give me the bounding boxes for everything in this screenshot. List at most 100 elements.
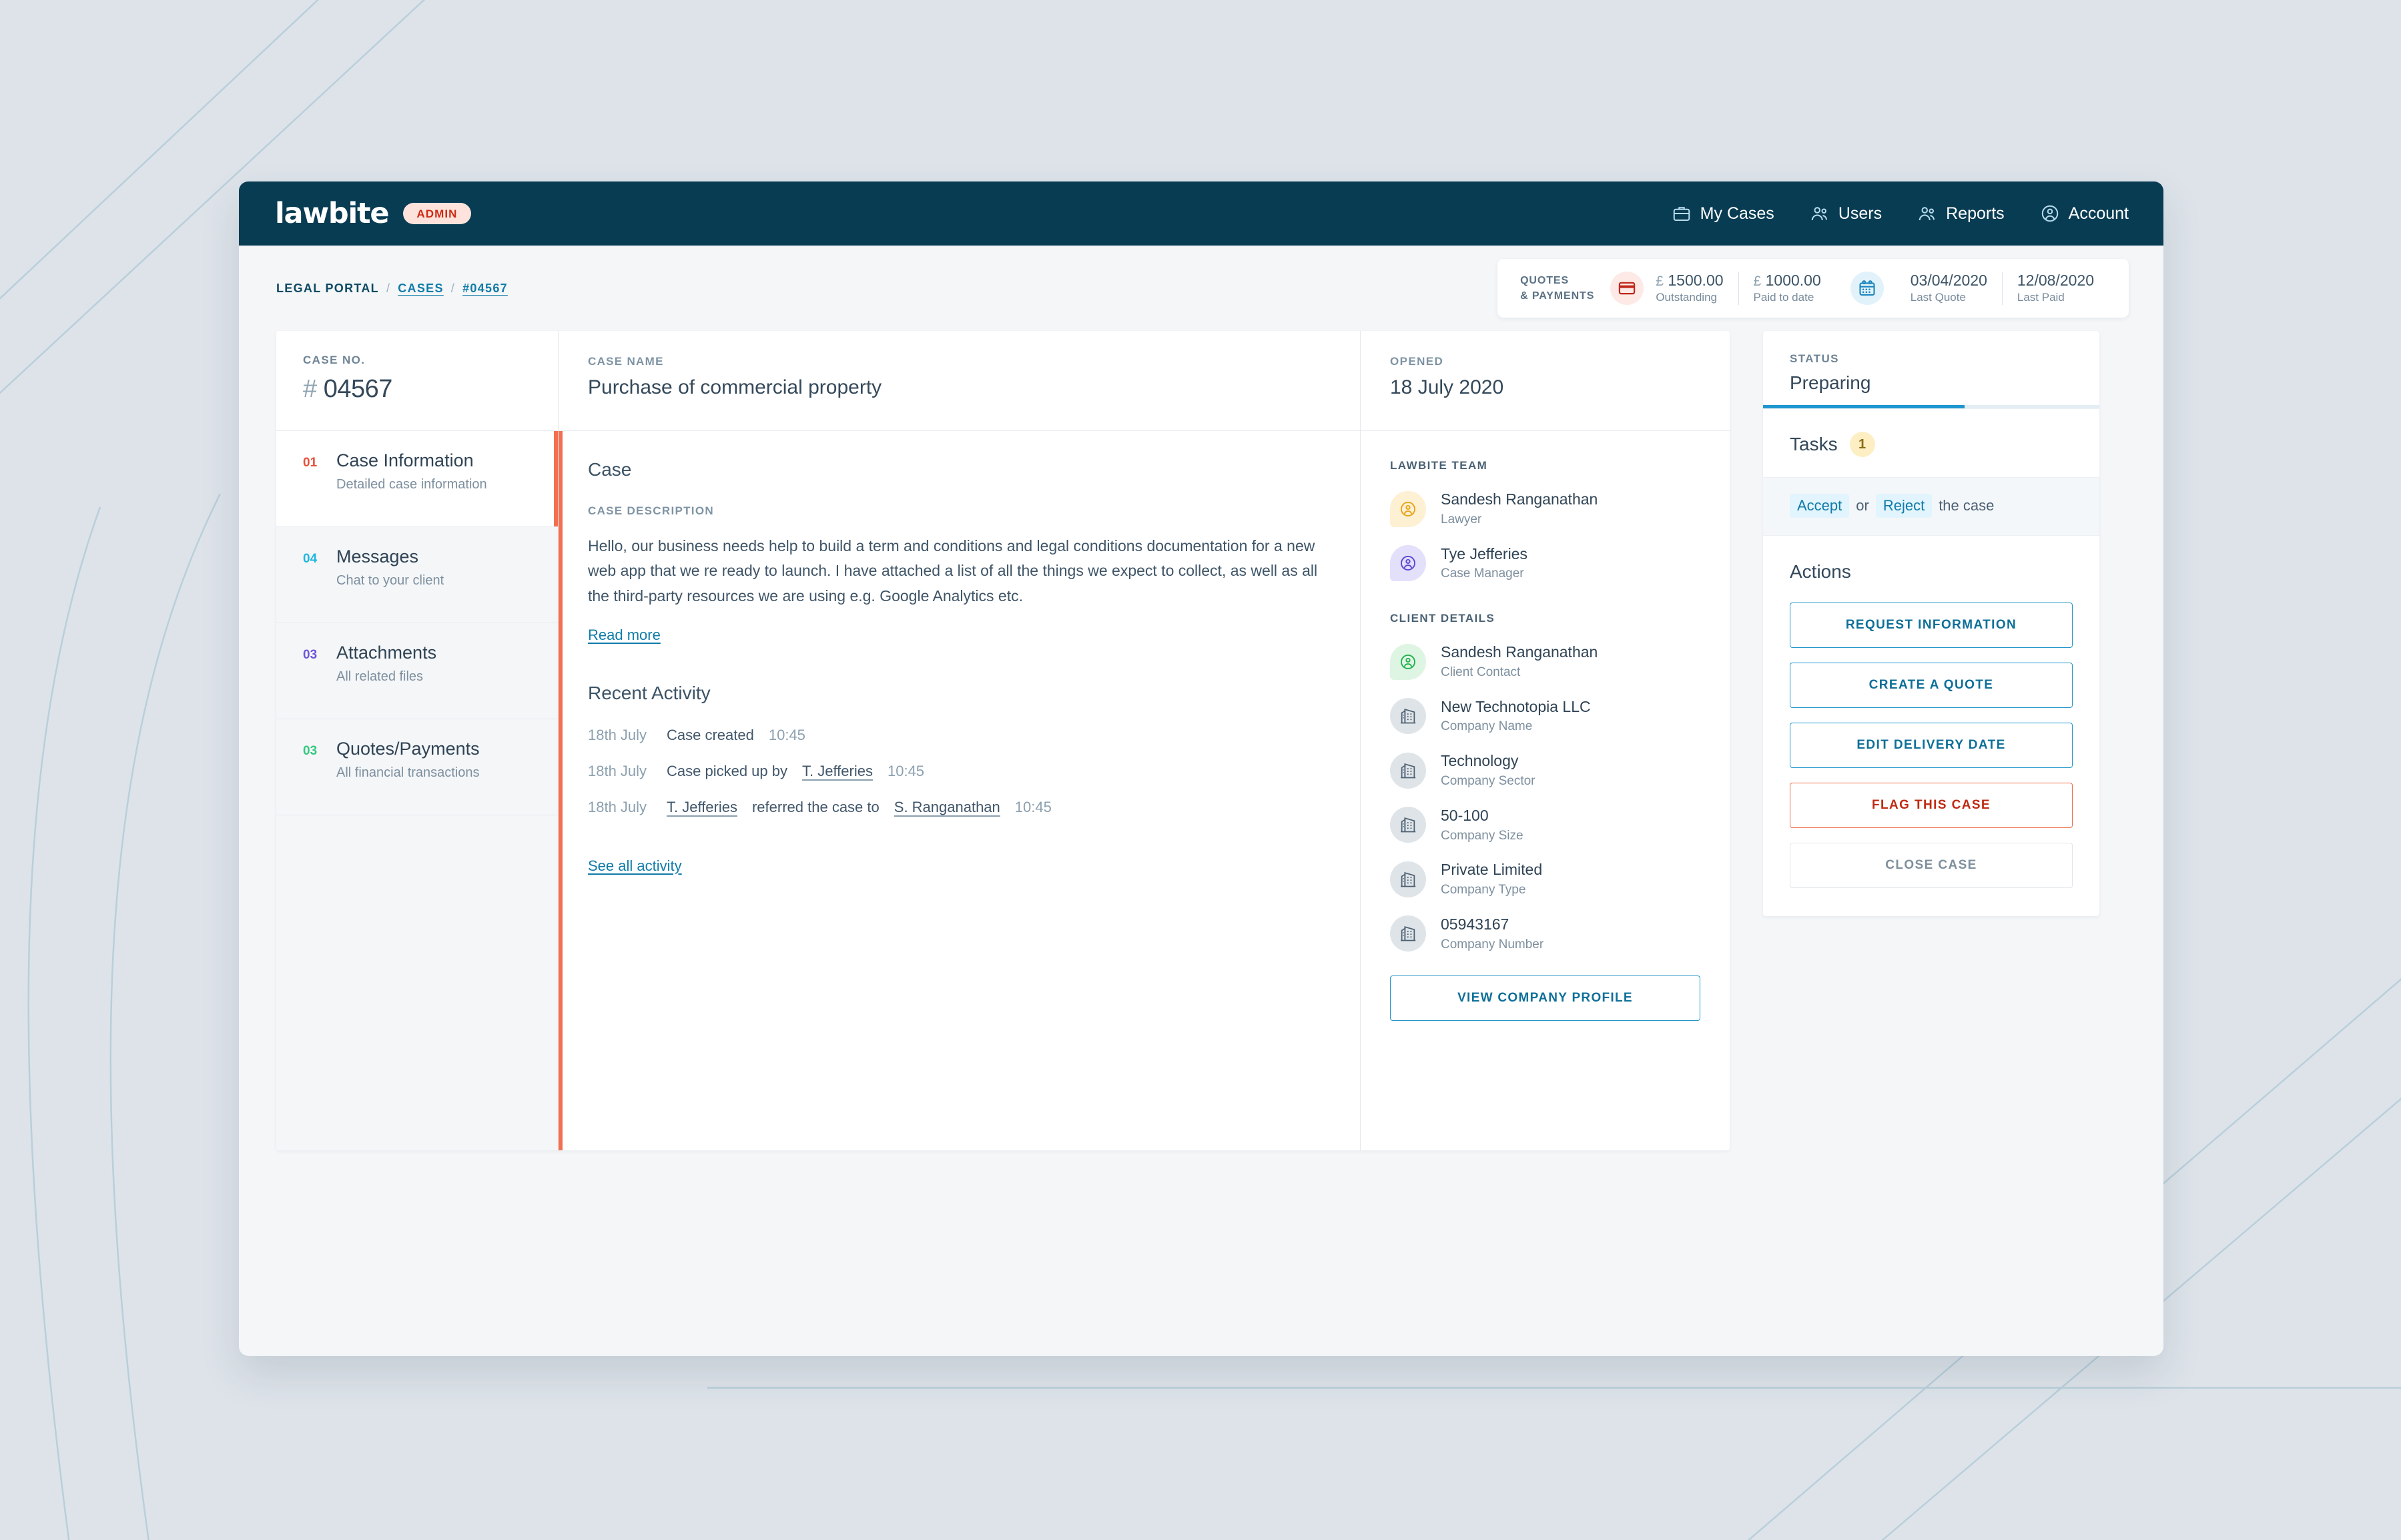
- hash-symbol: #: [303, 375, 317, 403]
- activity-user-link[interactable]: T. Jefferies: [667, 799, 737, 816]
- activity-user-link[interactable]: S. Ranganathan: [894, 799, 1000, 816]
- activity-time: 10:45: [887, 762, 925, 779]
- client-contact-row[interactable]: Sandesh Ranganathan Client Contact: [1390, 643, 1700, 681]
- company-value: 05943167: [1441, 915, 1509, 933]
- last-quote-value: 03/04/2020: [1910, 272, 1987, 290]
- recent-activity-title: Recent Activity: [588, 682, 711, 703]
- breadcrumb-cases-link[interactable]: CASES: [398, 282, 444, 296]
- top-navbar: lawbite ADMIN My Cases Users Reports Acc…: [239, 181, 2163, 246]
- last-paid-metric: 12/08/2020 Last Paid: [2003, 271, 2109, 306]
- breadcrumb: LEGAL PORTAL / CASES / #04567: [276, 282, 508, 296]
- team-member-row[interactable]: Tye Jefferies Case Manager: [1390, 544, 1700, 583]
- client-body: LAWBITE TEAM Sandesh Ranganathan Lawyer: [1361, 431, 1730, 1022]
- activity-user-link[interactable]: T. Jefferies: [802, 763, 873, 780]
- breadcrumb-separator: /: [386, 281, 391, 295]
- sidebar-item-attachments[interactable]: 03 Attachments All related files: [276, 623, 558, 719]
- company-field-label: Company Number: [1441, 937, 1544, 951]
- company-detail-row: 50-100 Company Size: [1390, 806, 1700, 845]
- people-icon: [1917, 204, 1937, 224]
- building-icon: [1390, 698, 1426, 735]
- company-detail-row: Private Limited Company Type: [1390, 860, 1700, 899]
- client-details-label: CLIENT DETAILS: [1390, 612, 1495, 625]
- item-title: Quotes/Payments: [336, 739, 480, 759]
- person-role: Case Manager: [1441, 566, 1524, 581]
- edit-delivery-date-button[interactable]: EDIT DELIVERY DATE: [1790, 723, 2073, 768]
- or-text: or: [1856, 497, 1869, 514]
- reject-case-link[interactable]: Reject: [1875, 494, 1933, 518]
- item-number: 03: [303, 744, 318, 758]
- status-value: Preparing: [1790, 372, 1871, 393]
- paid-to-date-label: Paid to date: [1753, 291, 1814, 304]
- sidebar-item-case-information[interactable]: 01 Case Information Detailed case inform…: [276, 431, 558, 527]
- activity-date: 18th July: [588, 798, 647, 815]
- briefcase-icon: [1672, 204, 1692, 224]
- nav-label: My Cases: [1700, 204, 1774, 223]
- amount: 1000.00: [1765, 271, 1821, 289]
- qp-title-line1: QUOTES: [1520, 274, 1570, 286]
- team-member-row[interactable]: Sandesh Ranganathan Lawyer: [1390, 490, 1700, 528]
- calendar-icon: [1850, 272, 1884, 305]
- company-field-label: Company Size: [1441, 828, 1523, 843]
- last-quote-metric: 03/04/2020 Last Quote: [1896, 271, 2002, 306]
- credit-card-icon: [1610, 272, 1644, 305]
- view-company-profile-button[interactable]: VIEW COMPANY PROFILE: [1390, 976, 1700, 1022]
- company-text: Technology Company Sector: [1441, 751, 1535, 790]
- case-description-text: Hello, our business needs help to build …: [588, 537, 1318, 605]
- company-value: Private Limited: [1441, 861, 1543, 879]
- nav-links: My Cases Users Reports Account: [1672, 204, 2129, 224]
- tasks-header: Tasks 1: [1763, 408, 2099, 477]
- activity-date: 18th July: [588, 762, 647, 779]
- accept-case-link[interactable]: Accept: [1790, 494, 1850, 518]
- opened-label: OPENED: [1390, 355, 1444, 368]
- see-all-activity-link[interactable]: See all activity: [588, 857, 682, 875]
- create-a-quote-button[interactable]: CREATE A QUOTE: [1790, 663, 2073, 708]
- actions-block: Actions REQUEST INFORMATION CREATE A QUO…: [1763, 535, 2099, 916]
- item-subtitle: All related files: [336, 669, 424, 684]
- paid-to-date-value: £ 1000.00: [1754, 271, 1821, 290]
- last-paid-value: 12/08/2020: [2017, 272, 2094, 290]
- people-icon: [1810, 204, 1830, 224]
- breadcrumb-current-case-link[interactable]: #04567: [462, 282, 508, 296]
- company-value: New Technotopia LLC: [1441, 697, 1591, 715]
- close-case-button[interactable]: CLOSE CASE: [1790, 843, 2073, 888]
- nav-label: Reports: [1946, 204, 2005, 223]
- company-field-label: Company Name: [1441, 719, 1533, 734]
- sidebar-item-messages[interactable]: 04 Messages Chat to your client: [276, 527, 558, 623]
- nav-item-users[interactable]: Users: [1810, 204, 1882, 224]
- admin-badge: ADMIN: [403, 203, 471, 224]
- item-subtitle: All financial transactions: [336, 765, 480, 780]
- nav-item-account[interactable]: Account: [2040, 204, 2129, 224]
- activity-row: 18th July T. Jefferies referred the case…: [588, 799, 1331, 816]
- case-name-label: CASE NAME: [588, 355, 664, 368]
- status-block: STATUS Preparing: [1763, 331, 2099, 408]
- lawbite-logo[interactable]: lawbite: [275, 199, 390, 228]
- breadcrumb-root: LEGAL PORTAL: [276, 281, 379, 295]
- read-more-link[interactable]: Read more: [588, 627, 661, 643]
- activity-text: Case picked up by: [667, 762, 787, 779]
- person-pin-icon: [1390, 490, 1426, 527]
- case-no-value: # 04567: [303, 375, 535, 404]
- case-no-label: CASE NO.: [303, 354, 366, 366]
- item-title: Attachments: [336, 643, 437, 663]
- nav-item-reports[interactable]: Reports: [1917, 204, 2005, 224]
- panels-wrap: CASE NO. # 04567 01 Case Information Det…: [276, 331, 1730, 1150]
- person-name: Tye Jefferies: [1441, 544, 1527, 562]
- person-name: Sandesh Ranganathan: [1441, 490, 1598, 508]
- flag-this-case-button[interactable]: FLAG THIS CASE: [1790, 783, 2073, 828]
- sidebar-item-quotes-payments[interactable]: 03 Quotes/Payments All financial transac…: [276, 719, 558, 815]
- nav-label: Users: [1838, 204, 1882, 223]
- paid-to-date-metric: £ 1000.00 Paid to date: [1739, 271, 1836, 306]
- building-icon: [1390, 752, 1426, 789]
- company-detail-row: New Technotopia LLC Company Name: [1390, 697, 1700, 736]
- last-paid-label: Last Paid: [2017, 290, 2065, 304]
- nav-label: Account: [2068, 204, 2129, 223]
- company-value: 50-100: [1441, 806, 1489, 824]
- outstanding-label: Outstanding: [1656, 291, 1717, 304]
- case-no-number: 04567: [323, 375, 393, 403]
- company-text: 50-100 Company Size: [1441, 806, 1523, 845]
- request-information-button[interactable]: REQUEST INFORMATION: [1790, 603, 2073, 648]
- nav-item-my-cases[interactable]: My Cases: [1672, 204, 1774, 224]
- person-role: Lawyer: [1441, 512, 1482, 526]
- opened-block: OPENED 18 July 2020: [1361, 331, 1730, 431]
- item-subtitle: Chat to your client: [336, 572, 444, 588]
